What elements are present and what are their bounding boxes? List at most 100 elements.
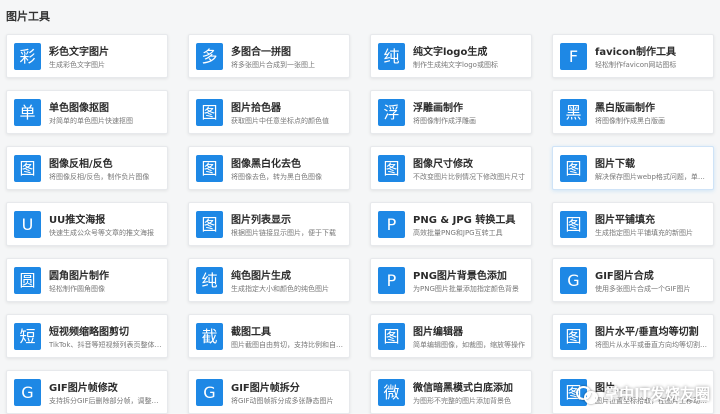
tool-name[interactable]: UU推文海报 [49, 211, 163, 226]
tool-icon: U [14, 211, 41, 238]
tool-icon: 图 [196, 155, 223, 182]
tool-card[interactable]: 图图片拾色器获取图片中任意坐标点的颜色值 [188, 90, 350, 134]
tool-name[interactable]: 短视频缩略图剪切 [49, 323, 163, 338]
tool-icon: 图 [378, 323, 405, 350]
tool-description: 将图像去色，转为黑白色图像 [231, 173, 322, 181]
tool-description: 将图片从水平或垂直方向均等切割… [595, 341, 707, 349]
tool-description: 将图像反相/反色，制作负片图像 [49, 173, 150, 181]
tool-name[interactable]: GIF图片帧拆分 [231, 379, 345, 394]
tool-name[interactable]: 纯文字logo生成 [413, 43, 527, 58]
tool-card[interactable]: 图图像黑白化去色将图像去色，转为黑白色图像 [188, 146, 350, 190]
tool-icon: 圆 [14, 267, 41, 294]
tool-name[interactable]: 图片平铺填充 [595, 211, 709, 226]
tool-name[interactable]: 微信暗黑模式白底添加 [413, 379, 527, 394]
tool-description: 生成指定大小和颜色的纯色图片 [231, 285, 329, 293]
tool-name[interactable]: PNG & JPG 转换工具 [413, 211, 527, 226]
tool-icon: 图 [560, 211, 587, 238]
tool-name[interactable]: 图片编辑器 [413, 323, 527, 338]
tool-card[interactable]: 图图片编辑器简单编辑图像，如裁图，缩放等操作 [370, 314, 532, 358]
tool-icon: 单 [14, 99, 41, 126]
watermark: 掌中IT发烧友圈 [576, 383, 710, 404]
tool-description: 将多张图片合成到一张图上 [231, 61, 315, 69]
tool-name[interactable]: 图片水平/垂直均等切割 [595, 323, 709, 338]
tool-icon: 纯 [378, 43, 405, 70]
tool-description: 获取图片中任意坐标点的颜色值 [231, 117, 329, 125]
tool-icon: 彩 [14, 43, 41, 70]
tool-card[interactable]: 图图像反相/反色将图像反相/反色，制作负片图像 [6, 146, 168, 190]
tool-card[interactable]: 图图片水平/垂直均等切割将图片从水平或垂直方向均等切割… [552, 314, 714, 358]
tool-name[interactable]: 截图工具 [231, 323, 345, 338]
tool-icon: 纯 [196, 267, 223, 294]
tool-name[interactable]: favicon制作工具 [595, 43, 709, 58]
tool-description: 快速生成公众号等文章的推文海报 [49, 229, 154, 237]
tool-icon: F [560, 43, 587, 70]
tool-card[interactable]: 单单色图像抠图对简单的单色图片快速抠图 [6, 90, 168, 134]
tool-card[interactable]: U UU推文海报快速生成公众号等文章的推文海报 [6, 202, 168, 246]
tool-description: 高效批量PNG和JPG互转工具 [413, 229, 503, 237]
tool-card[interactable]: 圆圆角图片制作轻松制作圆角图像 [6, 258, 168, 302]
tool-description: 轻松制作圆角图像 [49, 285, 105, 293]
tool-description: 不改变图片比例情况下修改图片尺寸 [413, 173, 525, 181]
tool-card[interactable]: 纯纯文字logo生成 制作生成纯文字logo或图标 [370, 34, 532, 78]
tool-icon: G [196, 379, 223, 406]
tool-icon: P [378, 211, 405, 238]
tool-card[interactable]: 图图片下载 解决保存图片webp格式问题，单… [552, 146, 714, 190]
tool-card[interactable]: 图图片平铺填充生成指定图片平铺填充的新图片 [552, 202, 714, 246]
tool-description: 将GIF动图帧拆分成多张静态图片 [231, 397, 334, 405]
tool-icon: 图 [196, 211, 223, 238]
tool-icon: 截 [196, 323, 223, 350]
tool-description: 将图像制作成浮雕画 [413, 117, 476, 125]
tool-description: 对简单的单色图片快速抠图 [49, 117, 133, 125]
tool-card[interactable]: 图图像尺寸修改 不改变图片比例情况下修改图片尺寸 [370, 146, 532, 190]
tool-name[interactable]: 图片下载 [595, 155, 709, 170]
tool-icon: 图 [560, 323, 587, 350]
tool-name[interactable]: 多图合一拼图 [231, 43, 345, 58]
tool-description: 根据图片链接显示图片，便于下载 [231, 229, 336, 237]
watermark-text: 掌中IT发烧友圈 [604, 385, 710, 403]
tool-card[interactable]: 短短视频缩略图剪切 TikTok、抖音等短视频列表页整体… [6, 314, 168, 358]
tool-name[interactable]: 图像黑白化去色 [231, 155, 345, 170]
tool-card[interactable]: Ffavicon制作工具轻松制作favicon网站图标 [552, 34, 714, 78]
tool-card[interactable]: G GIF图片帧修改 支持拆分GIF后删除部分帧，调整… [6, 370, 168, 414]
tool-card[interactable]: 多多图合一拼图将多张图片合成到一张图上 [188, 34, 350, 78]
tool-description: 轻松制作favicon网站图标 [595, 61, 677, 69]
tool-card[interactable]: 浮浮雕画制作将图像制作成浮雕画 [370, 90, 532, 134]
tool-name[interactable]: 单色图像抠图 [49, 99, 163, 114]
tool-card[interactable]: P PNG图片背景色添加 为PNG图片批量添加指定颜色背景 [370, 258, 532, 302]
tool-name[interactable]: GIF图片合成 [595, 267, 709, 282]
tool-card[interactable]: 纯纯色图片生成生成指定大小和颜色的纯色图片 [188, 258, 350, 302]
tool-name[interactable]: 图像反相/反色 [49, 155, 163, 170]
tool-card[interactable]: G GIF图片帧拆分将GIF动图帧拆分成多张静态图片 [188, 370, 350, 414]
tool-card[interactable]: 微微信暗黑模式白底添加为图形不完整的图片添加背景色 [370, 370, 532, 414]
tool-card[interactable]: 图图片列表显示根据图片链接显示图片，便于下载 [188, 202, 350, 246]
tool-description: 简单编辑图像，如裁图，缩放等操作 [413, 341, 525, 349]
tool-name[interactable]: 图像尺寸修改 [413, 155, 527, 170]
tool-name[interactable]: 圆角图片制作 [49, 267, 163, 282]
tool-card[interactable]: 黑黑白版画制作 将图像制作成黑白版画 [552, 90, 714, 134]
tool-icon: 图 [196, 99, 223, 126]
tool-description: 生成彩色文字图片 [49, 61, 105, 69]
tool-icon: 短 [14, 323, 41, 350]
tool-icon: 图 [14, 155, 41, 182]
tool-card[interactable]: G GIF图片合成 使用多张图片合成一个GIF图片 [552, 258, 714, 302]
tool-name[interactable]: 黑白版画制作 [595, 99, 709, 114]
tool-icon: 多 [196, 43, 223, 70]
tool-name[interactable]: 图片拾色器 [231, 99, 345, 114]
tool-description: 支持拆分GIF后删除部分帧，调整… [49, 397, 159, 405]
tool-name[interactable]: 图片列表显示 [231, 211, 345, 226]
tool-card[interactable]: 截截图工具 图片截图自由剪切，支持比例和自… [188, 314, 350, 358]
tool-icon: 浮 [378, 99, 405, 126]
tool-icon: 微 [378, 379, 405, 406]
tool-name[interactable]: 浮雕画制作 [413, 99, 527, 114]
tool-name[interactable]: 纯色图片生成 [231, 267, 345, 282]
tool-name[interactable]: PNG图片背景色添加 [413, 267, 527, 282]
section-title: 图片工具 [6, 10, 50, 23]
tool-icon: G [560, 267, 587, 294]
tool-description: 为图形不完整的图片添加背景色 [413, 397, 511, 405]
tool-icon: 黑 [560, 99, 587, 126]
tool-card[interactable]: P PNG & JPG 转换工具高效批量PNG和JPG互转工具 [370, 202, 532, 246]
tool-description: 生成指定图片平铺填充的新图片 [595, 229, 693, 237]
tool-name[interactable]: GIF图片帧修改 [49, 379, 163, 394]
tool-name[interactable]: 彩色文字图片 [49, 43, 163, 58]
tool-card[interactable]: 彩彩色文字图片生成彩色文字图片 [6, 34, 168, 78]
